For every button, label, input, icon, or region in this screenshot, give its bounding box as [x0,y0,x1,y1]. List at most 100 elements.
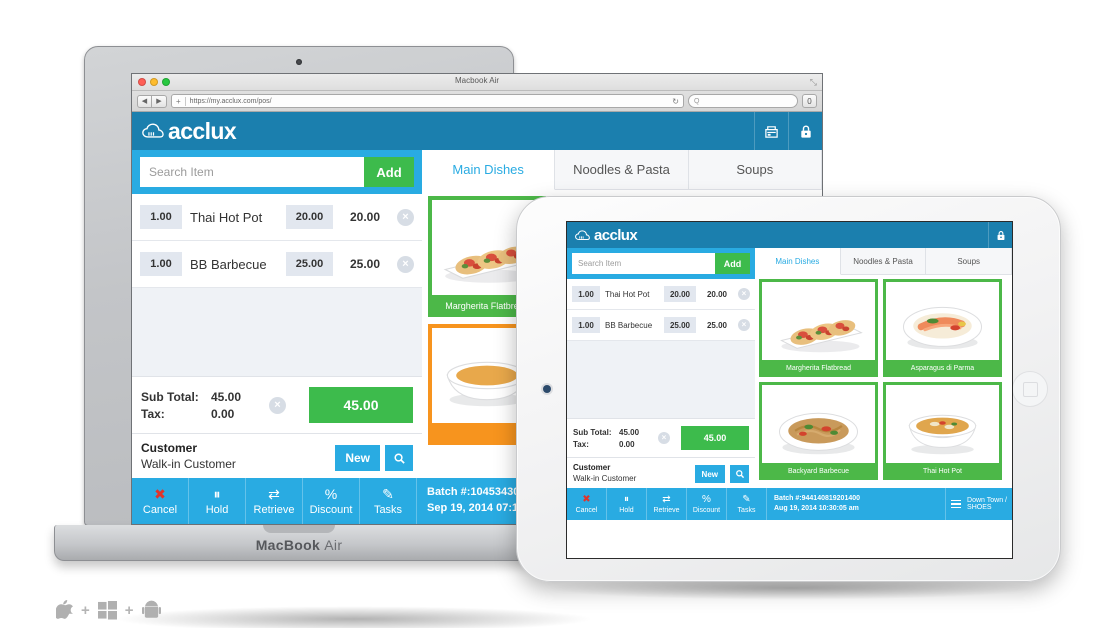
browser-titlebar: Macbook Air ⤡ [132,74,822,91]
tablet-home-button[interactable] [1012,371,1048,407]
add-button[interactable]: Add [364,157,414,187]
tab-main-dishes[interactable]: Main Dishes [755,248,841,275]
new-customer-button[interactable]: New [335,445,380,471]
cancel-label: Cancel [142,503,178,516]
search-input[interactable] [140,157,364,187]
new-customer-button[interactable]: New [694,465,725,483]
add-button[interactable]: Add [715,253,750,274]
item-price[interactable]: 25.00 [286,252,333,276]
tasks-button[interactable]: ✎ Tasks [360,478,417,524]
order-item-row[interactable]: 1.00 Thai Hot Pot 20.00 20.00 × [567,279,755,310]
grand-total-button[interactable]: 45.00 [681,426,749,450]
hold-label: Hold [619,506,634,514]
retrieve-button[interactable]: ⇄ Retrieve [647,488,687,520]
item-qty[interactable]: 1.00 [572,317,600,333]
store-line1: Down Town / [967,497,1007,504]
cloud-icon [575,229,590,240]
product-label: Backyard Barbecue [787,468,850,475]
remove-item-icon[interactable]: × [738,288,750,300]
browser-search-input[interactable]: Q [688,94,798,108]
order-item-row[interactable]: 1.00 BB Barbecue 25.00 25.00 × [132,241,422,288]
brand-bold: MacBook [255,537,321,553]
item-price[interactable]: 20.00 [664,286,696,302]
grand-total-button[interactable]: 45.00 [309,387,413,423]
add-bookmark-icon[interactable]: + [176,97,181,106]
item-qty[interactable]: 1.00 [572,286,600,302]
tab-soups[interactable]: Soups [926,248,1012,274]
search-input[interactable] [572,253,715,274]
window-title: Macbook Air [454,76,500,85]
order-item-row[interactable]: 1.00 Thai Hot Pot 20.00 20.00 × [132,194,422,241]
product-card[interactable]: Margherita Flatbread [759,279,878,377]
tablet-screen: acclux Add [566,221,1013,559]
laptop-camera-icon [296,59,302,65]
order-panel: Add 1.00 Thai Hot Pot 20.00 20.00 × [567,248,755,488]
cancel-button[interactable]: ✖ Cancel [567,488,607,520]
product-label: Margherita Flatbread [786,365,851,372]
product-card[interactable]: Backyard Barbecue [759,382,878,480]
hold-button[interactable]: ⏸ Hold [607,488,647,520]
remove-item-icon[interactable]: × [397,208,414,226]
apple-icon [56,600,73,620]
tab-noodles-pasta[interactable]: Noodles & Pasta [555,150,689,189]
lock-icon[interactable] [988,222,1012,248]
store-selector[interactable]: Down Town / SHOES [945,488,1012,520]
brand-light: Air [324,537,343,553]
lock-icon[interactable] [788,112,822,150]
app-body: Add 1.00 Thai Hot Pot 20.00 20.00 × [567,248,1012,488]
order-item-row[interactable]: 1.00 BB Barbecue 25.00 25.00 × [567,310,755,341]
item-price[interactable]: 20.00 [286,205,333,229]
search-icon [393,452,405,464]
tax-value: 0.00 [619,439,635,449]
clear-tax-icon[interactable]: × [269,396,286,414]
laptop-base: MacBook Air [54,525,544,561]
category-tabs: Main Dishes Noodles & Pasta Soups [755,248,1012,275]
browser-menu-button[interactable]: 0 [802,94,817,108]
windows-icon [97,600,117,620]
register-icon[interactable] [754,112,788,150]
item-qty[interactable]: 1.00 [140,252,182,276]
address-bar[interactable]: + https://my.acclux.com/pos/ ↻ [171,94,684,108]
find-customer-button[interactable] [730,465,749,483]
tab-noodles-pasta[interactable]: Noodles & Pasta [840,248,927,274]
clear-tax-icon[interactable]: × [658,432,670,444]
customer-buttons: New [694,465,749,483]
product-grid: Margherita Flatbread [755,275,1012,488]
tab-soups[interactable]: Soups [688,150,822,189]
tab-main-dishes[interactable]: Main Dishes [422,150,556,190]
forward-button[interactable]: ▶ [152,94,167,108]
macbook-air-device: Macbook Air ⤡ ◀ ▶ + https://my.acclux.co… [54,46,823,628]
back-button[interactable]: ◀ [137,94,152,108]
retrieve-button[interactable]: ⇄ Retrieve [246,478,303,524]
subtotal-label: Sub Total: [141,389,199,404]
app-header: acclux [567,222,1012,248]
remove-item-icon[interactable]: × [738,319,750,331]
remove-item-icon[interactable]: × [397,255,414,273]
item-search-row: Add [132,150,422,194]
customer-name: Walk-in Customer [141,457,236,471]
browser-chrome: Macbook Air ⤡ ◀ ▶ + https://my.acclux.co… [132,74,822,112]
tasks-button[interactable]: ✎ Tasks [727,488,767,520]
retrieve-icon: ⇄ [268,485,280,502]
item-qty[interactable]: 1.00 [140,205,182,229]
product-image [762,282,875,360]
tax-label: Tax: [141,406,165,421]
tax-value: 0.00 [211,406,235,421]
discount-button[interactable]: % Discount [687,488,727,520]
hold-button[interactable]: ⏸ Hold [189,478,246,524]
tablet-device: acclux Add [516,196,1061,600]
find-customer-button[interactable] [385,445,413,471]
batch-number: Batch #:944140819201400 [774,494,861,502]
reload-icon[interactable]: ↻ [672,97,679,106]
discount-button[interactable]: % Discount [303,478,360,524]
platform-icons: + + [56,600,161,620]
soup-image [908,414,977,455]
tablet-body: acclux Add [516,196,1061,582]
item-price[interactable]: 25.00 [664,317,696,333]
cloud-icon [142,123,164,138]
percent-icon: % [324,485,338,502]
cancel-button[interactable]: ✖ Cancel [132,478,189,524]
resize-icon[interactable]: ⤡ [810,77,817,88]
product-card[interactable]: Asparagus di Parma [883,279,1002,377]
product-card[interactable]: Thai Hot Pot [883,382,1002,480]
